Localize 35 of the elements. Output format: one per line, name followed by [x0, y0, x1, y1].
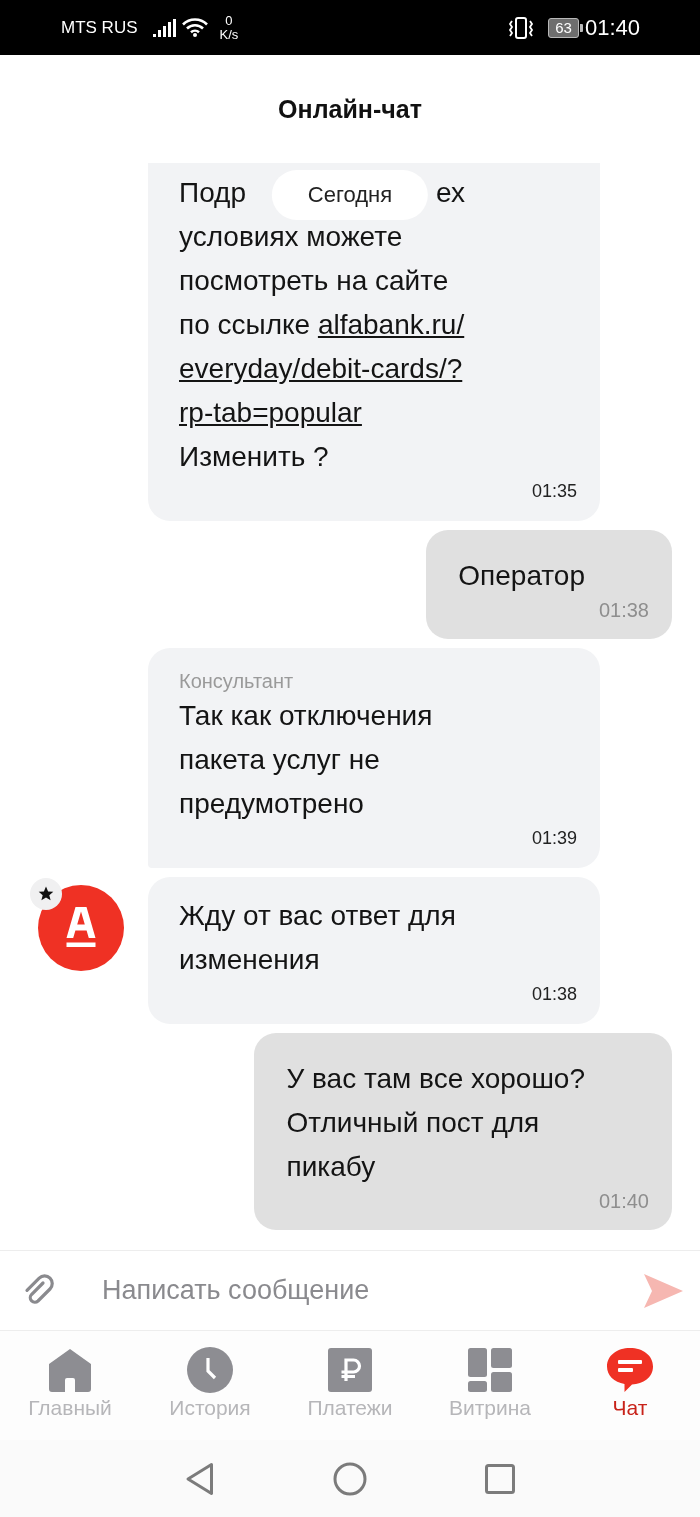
message-text: Жду от вас ответ для изменения [179, 899, 456, 977]
sender-name: Консультант [179, 669, 294, 694]
message-input[interactable]: Написать сообщение [102, 1269, 623, 1312]
message-text: Так как отключения пакета услуг не предумотрено [179, 699, 433, 821]
message-time: 01:40 [598, 1189, 649, 1213]
house-icon [48, 1347, 92, 1393]
nav-tab[interactable]: Чат [560, 1331, 700, 1440]
vibrate-icon [508, 16, 535, 39]
message-time: 01:39 [531, 827, 577, 850]
message-time: 01:38 [598, 598, 649, 622]
clock: 01:40 [584, 14, 640, 41]
carrier-name: MTS RUS [61, 17, 138, 38]
link[interactable]: alfabank.ru/ [317, 309, 465, 340]
ruble-icon [328, 1347, 372, 1393]
message-time: 01:38 [531, 983, 577, 1006]
circle-icon[interactable] [333, 1461, 367, 1496]
link[interactable]: rp-tab=popular [179, 397, 362, 428]
tiles-icon [468, 1347, 512, 1393]
clock-icon [187, 1347, 233, 1393]
message-text: У вас там все хорошо? Отличный пост для пикабу [286, 1062, 585, 1184]
network-speed: 0 [225, 13, 233, 28]
date-chip: Сегодня [271, 170, 429, 220]
message-text: ех [436, 176, 465, 210]
message-text: Изменить ? [179, 440, 329, 474]
message-text: Подр [179, 176, 246, 210]
signal-icon [152, 18, 176, 37]
wifi-icon [181, 18, 208, 37]
back-icon[interactable] [185, 1461, 215, 1496]
square-icon[interactable] [485, 1463, 515, 1494]
speed-unit: K/s [219, 27, 239, 42]
link[interactable]: everyday/debit-cards/? [179, 353, 463, 384]
screen-title: Онлайн-чат [278, 94, 422, 124]
message-time: 01:35 [531, 480, 577, 503]
chat-bubble-icon [607, 1347, 653, 1393]
message-text: Оператор [458, 559, 585, 593]
